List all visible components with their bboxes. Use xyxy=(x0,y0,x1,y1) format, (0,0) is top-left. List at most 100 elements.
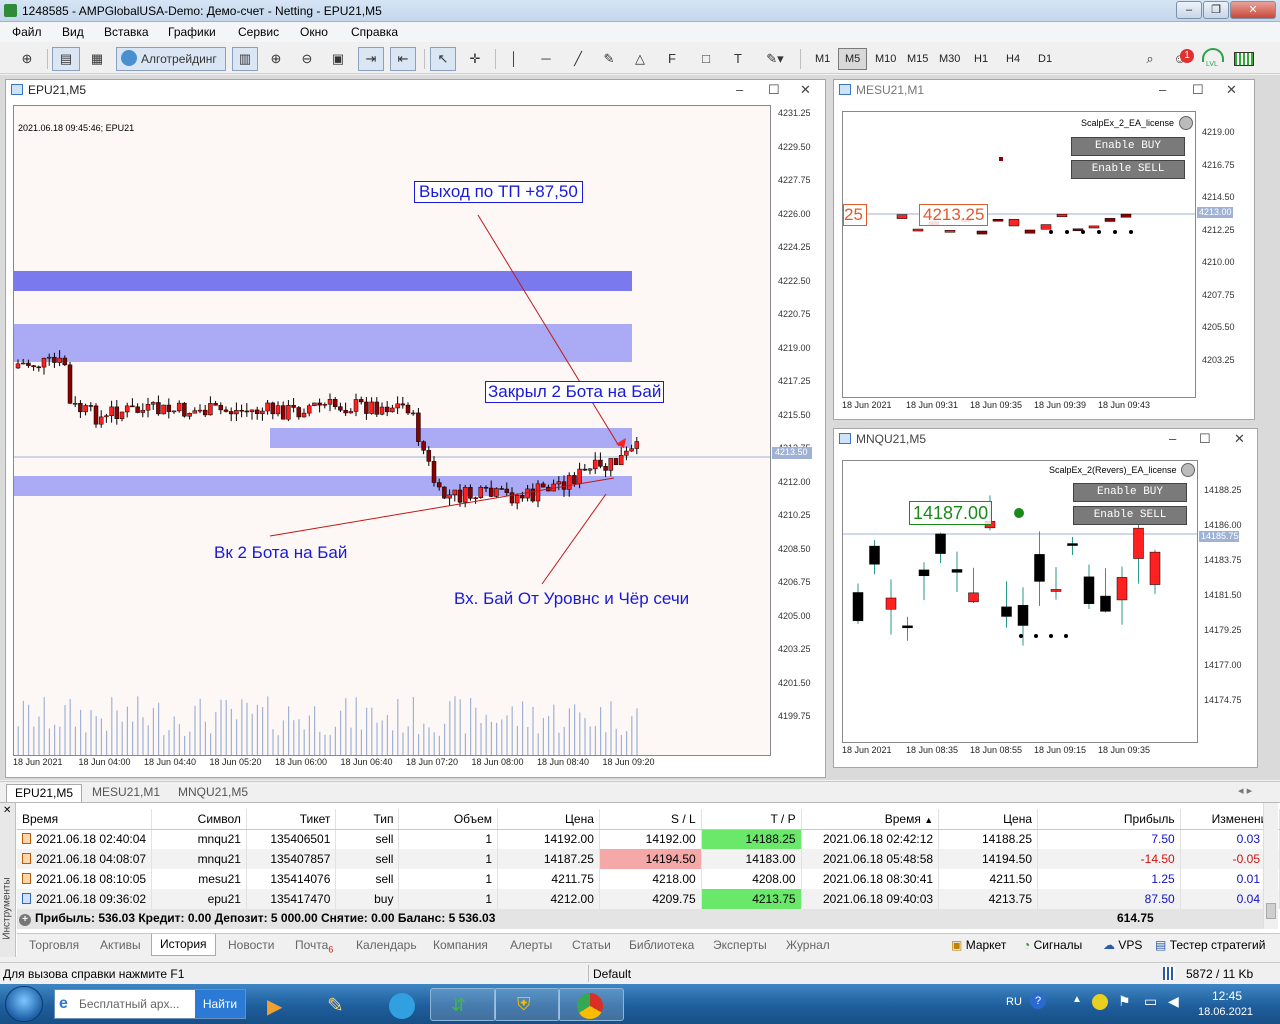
mnqu-minimize-button[interactable]: – xyxy=(1169,429,1176,449)
table-row[interactable]: 2021.06.18 09:36:02 epu21 135417470 buy 1 421… xyxy=(17,889,1280,909)
zoom-out-icon[interactable]: ⊖ xyxy=(294,47,320,71)
tf-m1[interactable]: M1 xyxy=(808,48,837,70)
taskbar-lang[interactable]: RU xyxy=(1006,996,1022,1008)
new-order-icon[interactable]: ⊕ xyxy=(14,47,40,71)
menu-view[interactable]: Вид xyxy=(62,25,84,39)
chart-tab-mesu21[interactable]: MESU21,M1 xyxy=(84,784,168,802)
connection-icon[interactable] xyxy=(1234,52,1254,66)
restore-button[interactable]: ❐ xyxy=(1203,1,1229,19)
menu-window[interactable]: Окно xyxy=(300,25,328,39)
main-chart-plot[interactable]: 2021.06.18 09:45:46; EPU21 Выход по ТП +… xyxy=(13,105,771,756)
taskbar-chrome[interactable] xyxy=(558,988,624,1021)
close-button[interactable]: ✕ xyxy=(1230,1,1276,19)
tile-windows-icon[interactable]: ▣ xyxy=(325,47,351,71)
tab-library[interactable]: Библиотека xyxy=(629,938,694,952)
mesu-enable-buy-button[interactable]: Enable BUY xyxy=(1071,137,1185,156)
fibo-icon[interactable]: F xyxy=(660,47,684,71)
tab-trade[interactable]: Торговля xyxy=(29,938,79,952)
mnqu-close-button[interactable]: ✕ xyxy=(1234,429,1245,449)
menu-help[interactable]: Справка xyxy=(351,25,398,39)
search-icon[interactable]: ⌕ xyxy=(1138,47,1162,71)
mesu-chart-plot[interactable]: ScalpEx_2_EA_license Enable BUY Enable S… xyxy=(842,111,1196,398)
tab-experts[interactable]: Эксперты xyxy=(713,938,767,952)
taskbar-paint[interactable]: ✎ xyxy=(310,988,376,1021)
tf-m10[interactable]: M10 xyxy=(868,48,903,70)
mnqu-chart-plot[interactable]: ScalpEx_2(Revers)_EA_license Enable BUY … xyxy=(842,460,1198,743)
taskbar-media-player[interactable]: ▶ xyxy=(250,988,316,1021)
col-volume[interactable]: Объем xyxy=(398,809,499,830)
mesu-minimize-button[interactable]: – xyxy=(1159,80,1166,100)
tf-d1[interactable]: D1 xyxy=(1031,48,1059,70)
volume-icon[interactable]: ◀ xyxy=(1168,993,1179,1010)
tf-h1[interactable]: H1 xyxy=(967,48,995,70)
mesu-close-button[interactable]: ✕ xyxy=(1226,80,1237,100)
tab-vps[interactable]: ☁ VPS xyxy=(1103,938,1142,952)
tab-articles[interactable]: Статьи xyxy=(572,938,611,952)
col-ticket[interactable]: Тикет xyxy=(246,809,337,830)
table-row[interactable]: 2021.06.18 04:08:07 mnqu21 135407857 sell 1 1… xyxy=(17,849,1280,869)
col-profit[interactable]: Прибыль xyxy=(1037,809,1181,830)
vertical-line-icon[interactable]: │ xyxy=(502,47,526,71)
trend-line-icon[interactable]: ╱ xyxy=(566,47,590,71)
taskbar-telegram[interactable] xyxy=(370,988,436,1021)
flag-icon[interactable]: ⚑ xyxy=(1118,993,1131,1010)
text-icon[interactable]: T xyxy=(726,47,750,71)
chart-shift-icon[interactable]: ⇥ xyxy=(358,47,384,71)
table-row[interactable]: 2021.06.18 08:10:05 mesu21 135414076 sell 1 4… xyxy=(17,869,1280,889)
bar-chart-icon[interactable]: ▥ xyxy=(232,47,258,71)
tab-signals[interactable]: ◔ Сигналы xyxy=(1023,938,1082,952)
profiles-icon[interactable]: ▦ xyxy=(84,47,110,71)
minimize-button[interactable]: – xyxy=(1176,1,1202,19)
taskbar-metatrader[interactable]: ⇵ xyxy=(430,988,496,1021)
col-tp[interactable]: T / P xyxy=(701,809,802,830)
col-close-time[interactable]: Время ▲ xyxy=(801,809,940,830)
mesu-enable-sell-button[interactable]: Enable SELL xyxy=(1071,160,1185,179)
mesu-maximize-button[interactable]: ☐ xyxy=(1192,80,1204,100)
rectangle-icon[interactable]: □ xyxy=(694,47,718,71)
tab-news[interactable]: Новости xyxy=(228,938,274,952)
signal-level-icon[interactable] xyxy=(1202,48,1224,62)
tab-calendar[interactable]: Календарь xyxy=(356,938,417,952)
annotation-entry[interactable]: Вк 2 Бота на Бай xyxy=(214,543,347,563)
annotation-entry2[interactable]: Вх. Бай От Уровнс и Чёр сечи xyxy=(454,589,689,609)
tab-market[interactable]: ▣ Маркет xyxy=(951,938,1006,952)
tab-history[interactable]: История xyxy=(151,934,216,956)
tab-mail[interactable]: Почта6 xyxy=(295,938,333,954)
clock-time[interactable]: 12:45 xyxy=(1212,989,1242,1003)
market-watch-icon[interactable]: ▤ xyxy=(52,47,80,71)
tf-m15[interactable]: M15 xyxy=(900,48,935,70)
table-row[interactable]: 2021.06.18 02:40:04 mnqu21 135406501 sell 1 1… xyxy=(17,829,1280,849)
algotrading-button[interactable]: Алготрейдинг xyxy=(116,47,226,71)
chart-tab-mnqu21[interactable]: MNQU21,M5 xyxy=(170,784,256,802)
horizontal-line-icon[interactable]: ─ xyxy=(534,47,558,71)
mnqu-maximize-button[interactable]: ☐ xyxy=(1199,429,1211,449)
mnqu-enable-sell-button[interactable]: Enable SELL xyxy=(1073,506,1187,525)
mnqu-enable-buy-button[interactable]: Enable BUY xyxy=(1073,483,1187,502)
tab-company[interactable]: Компания xyxy=(433,938,488,952)
col-symbol[interactable]: Символ xyxy=(151,809,247,830)
toolbox-close-icon[interactable]: ✕ xyxy=(3,805,11,816)
tab-journal[interactable]: Журнал xyxy=(786,938,830,952)
start-button[interactable] xyxy=(5,986,43,1022)
help-icon[interactable]: ? xyxy=(1030,993,1046,1009)
annotation-exit[interactable]: Выход по ТП +87,50 xyxy=(414,181,583,203)
shapes-icon[interactable]: ✎▾ xyxy=(758,47,792,71)
tray-app-icon[interactable] xyxy=(1092,994,1108,1010)
col-close-price[interactable]: Цена xyxy=(938,809,1039,830)
tab-alerts[interactable]: Алерты xyxy=(510,938,552,952)
col-price[interactable]: Цена xyxy=(497,809,600,830)
history-scrollbar[interactable] xyxy=(1263,803,1278,929)
col-time[interactable]: Время xyxy=(17,809,153,830)
tf-m30[interactable]: M30 xyxy=(932,48,967,70)
col-type[interactable]: Тип xyxy=(335,809,400,830)
zoom-in-icon[interactable]: ⊕ xyxy=(263,47,289,71)
network-icon[interactable]: ▭ xyxy=(1144,993,1157,1010)
taskbar-search-button[interactable]: Найти xyxy=(195,990,245,1018)
crosshair-icon[interactable]: ✛ xyxy=(462,47,488,71)
tf-m5[interactable]: M5 xyxy=(838,48,868,70)
col-sl[interactable]: S / L xyxy=(599,809,702,830)
cursor-icon[interactable]: ↖ xyxy=(430,47,456,71)
menu-service[interactable]: Сервис xyxy=(238,25,279,39)
taskbar-security[interactable]: ⛨ xyxy=(494,988,560,1021)
menu-file[interactable]: Файл xyxy=(12,25,42,39)
